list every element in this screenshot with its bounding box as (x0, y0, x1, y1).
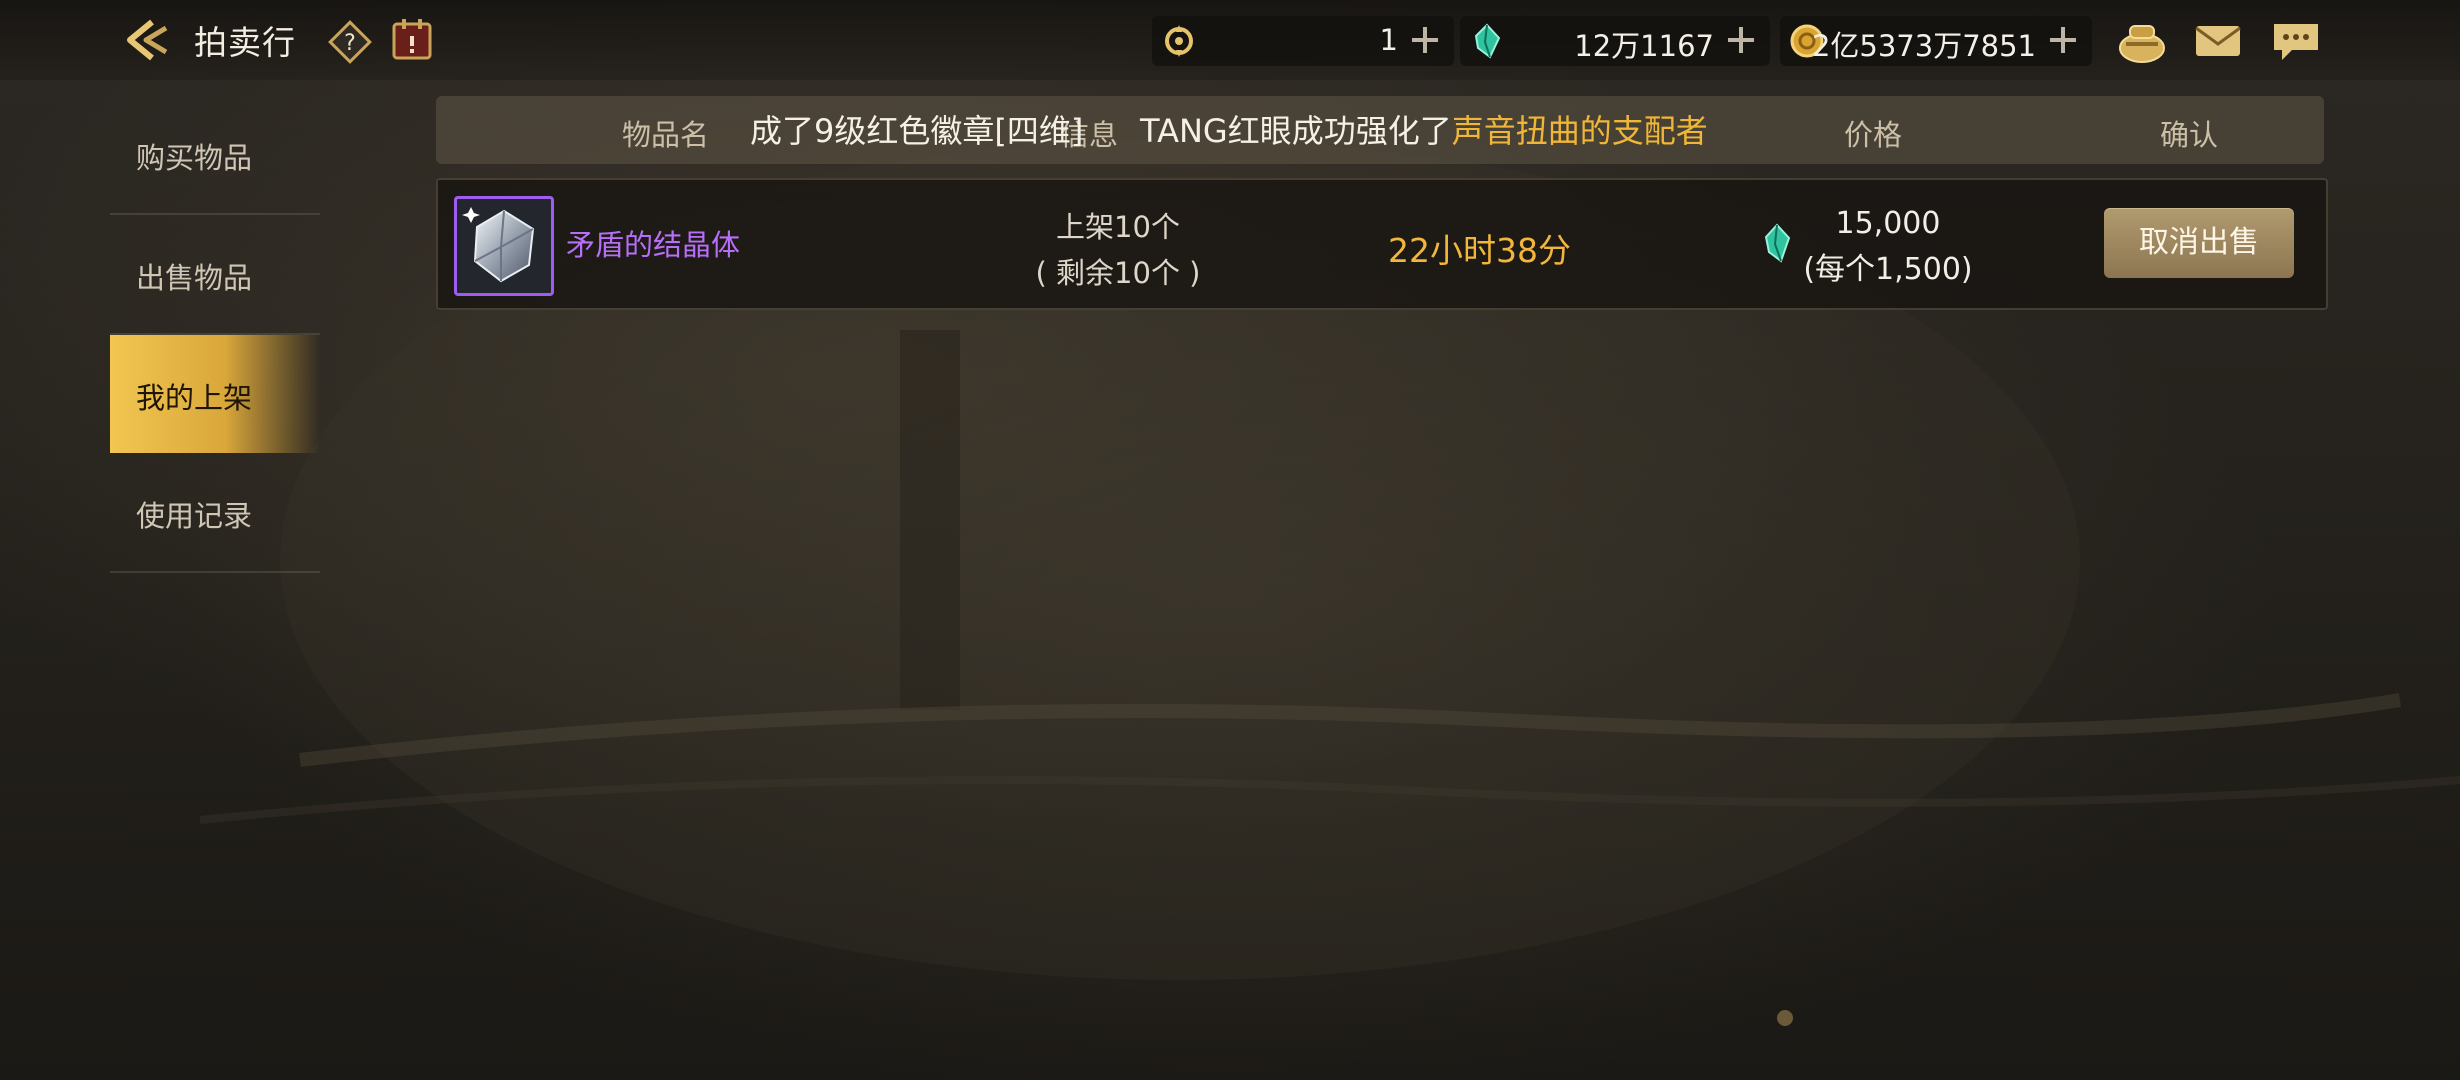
chat-icon[interactable] (2270, 16, 2322, 66)
calendar-icon[interactable] (388, 16, 436, 64)
gem-value: 12万1167 (1574, 29, 1714, 63)
season-coin-icon (1160, 22, 1198, 60)
add-season-coin-button[interactable] (1410, 25, 1440, 55)
column-confirm: 确认 (2160, 118, 2219, 152)
page-title: 拍卖行 (194, 23, 296, 62)
mail-icon[interactable] (2192, 16, 2244, 66)
remaining-quantity: ( 剩余10个 ) (1035, 256, 1201, 290)
marquee-highlight: 声音扭曲的支配者 (1451, 112, 1708, 150)
green-gem-icon (1468, 22, 1506, 60)
item-name: 矛盾的结晶体 (566, 228, 741, 262)
column-price: 价格 (1844, 118, 1903, 152)
help-icon[interactable]: ? (328, 20, 372, 64)
season-coin-currency: 1 (1152, 16, 1454, 66)
sidebar-item-label: 我的上架 (136, 381, 253, 415)
column-item-name: 物品名 (622, 118, 710, 152)
back-arrow-icon[interactable] (122, 14, 174, 66)
announcement-marquee: 成了9级红色徽章[四维] (750, 106, 1083, 152)
season-coin-value: 1 (1379, 23, 1398, 57)
gold-currency: 2亿5373万7851 (1780, 16, 2092, 66)
cancel-sale-button[interactable]: 取消出售 (2104, 208, 2294, 278)
sidebar-item-label: 出售物品 (136, 261, 253, 295)
add-gem-button[interactable] (1726, 25, 1756, 55)
price-each: (每个1,500) (1803, 252, 1973, 287)
table-row: 矛盾的结晶体 上架10个 ( 剩余10个 ) 22小时38分 15,000 (每… (436, 178, 2328, 310)
sidebar-item-sell[interactable]: 出售物品 (110, 215, 320, 335)
gold-value: 2亿5373万7851 (1811, 29, 2036, 63)
price-total: 15,000 (1835, 206, 1941, 241)
top-bar: 拍卖行 ? 1 12万1167 2亿5373万7851 (0, 0, 2460, 80)
sidebar-item-label: 使用记录 (136, 499, 253, 533)
listed-quantity: 上架10个 (1056, 210, 1180, 244)
sidebar-item-history[interactable]: 使用记录 (110, 453, 320, 573)
sidebar-item-my-listings[interactable]: 我的上架 (110, 335, 320, 453)
marquee-prefix: 成了9级红色徽章[四维] (750, 112, 1084, 150)
table-header: 物品名 信息 价格 确认 成了9级红色徽章[四维] TANG红眼成功强化了声音扭… (436, 96, 2324, 164)
crystal-item-icon[interactable] (454, 196, 554, 296)
sidebar-item-buy[interactable]: 购买物品 (110, 95, 320, 215)
time-remaining: 22小时38分 (1388, 231, 1571, 270)
marquee-middle: TANG红眼成功强化了 (1140, 112, 1452, 150)
add-gold-button[interactable] (2048, 25, 2078, 55)
gem-currency: 12万1167 (1460, 16, 1770, 66)
sidebar-item-label: 购买物品 (136, 141, 253, 175)
sidebar: 购买物品 出售物品 我的上架 使用记录 (110, 95, 320, 573)
svg-text:?: ? (344, 31, 356, 56)
announcement-marquee-2: TANG红眼成功强化了声音扭曲的支配者 (1140, 106, 1708, 152)
pouch-icon[interactable] (2116, 16, 2168, 66)
